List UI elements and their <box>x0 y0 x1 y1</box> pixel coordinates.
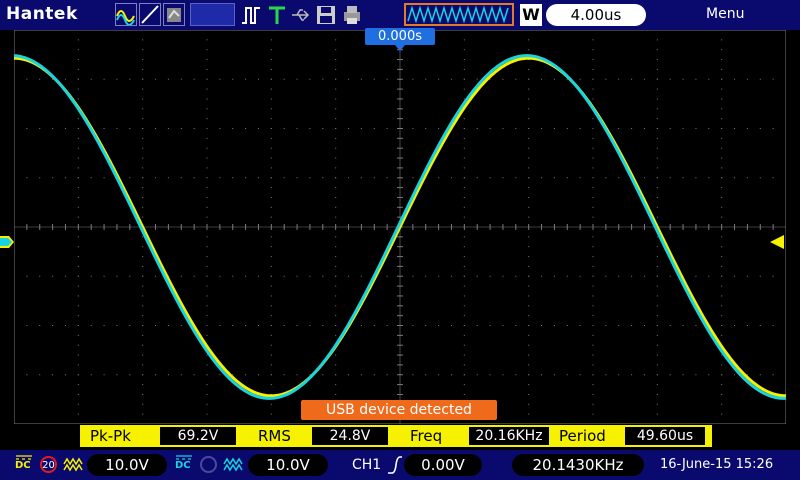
measurement-label: Pk-Pk <box>90 427 131 445</box>
acquire-mode-badge[interactable]: W <box>520 4 542 26</box>
pulse-icon[interactable] <box>240 4 262 30</box>
measurement-label: Period <box>559 427 606 445</box>
edge-line-icon[interactable] <box>139 3 161 26</box>
waveform-display <box>14 30 786 424</box>
ch1-coupling-label: DC <box>15 460 31 471</box>
ch1-bandwidth-limit[interactable]: 20 <box>40 456 57 473</box>
timebase-waveform-icon[interactable] <box>404 3 514 26</box>
save-icon[interactable] <box>315 4 337 30</box>
print-icon[interactable] <box>341 4 363 30</box>
measurement-bar: Pk-Pk 69.2V RMS 24.8V Freq 20.16KHz Peri… <box>80 425 712 447</box>
trigger-level-marker[interactable] <box>770 235 784 249</box>
measurement-label: Freq <box>410 427 443 445</box>
bottom-status-bar: DC 20 10.0V DC 10.0V CH1 0.00V 20.1430KH… <box>0 450 800 480</box>
date-time: 16-June-15 15:26 <box>660 457 774 472</box>
ch1-ground-marker[interactable] <box>0 235 14 249</box>
ch1-waveform-icon <box>62 456 84 478</box>
trigger-t-icon[interactable] <box>266 4 288 30</box>
ch2-coupling[interactable]: DC <box>175 455 193 471</box>
measurement-value: 49.60us <box>625 427 705 445</box>
trigger-position-flag[interactable]: 0.000s <box>365 28 435 51</box>
usb-icon <box>290 6 312 28</box>
measurement-value: 20.16KHz <box>469 427 549 445</box>
rising-edge-icon[interactable] <box>387 455 403 479</box>
waveform-type-icon[interactable] <box>115 3 137 26</box>
roll-mode-icon[interactable] <box>163 3 185 26</box>
status-field <box>190 3 235 26</box>
trigger-source[interactable]: CH1 <box>352 457 381 473</box>
measurement-label: RMS <box>258 427 291 445</box>
ch2-coupling-label: DC <box>175 460 191 471</box>
ch1-scale[interactable]: 10.0V <box>87 454 167 476</box>
ch1-coupling[interactable]: DC <box>15 455 33 471</box>
menu-button[interactable]: Menu <box>706 6 744 22</box>
usb-notification: USB device detected <box>301 400 497 420</box>
ch2-bandwidth-limit[interactable] <box>200 456 217 473</box>
trigger-level[interactable]: 0.00V <box>404 454 482 476</box>
measurement-value: 24.8V <box>312 427 388 445</box>
ch2-waveform-icon <box>222 456 244 478</box>
measurement-value: 69.2V <box>160 427 236 445</box>
brand-logo: Hantek <box>6 4 78 24</box>
top-status-bar: Hantek W 4.00us Menu <box>0 0 800 30</box>
ch2-scale[interactable]: 10.0V <box>248 454 328 476</box>
timebase-value[interactable]: 4.00us <box>546 4 646 26</box>
frequency-counter: 20.1430KHz <box>512 454 644 476</box>
